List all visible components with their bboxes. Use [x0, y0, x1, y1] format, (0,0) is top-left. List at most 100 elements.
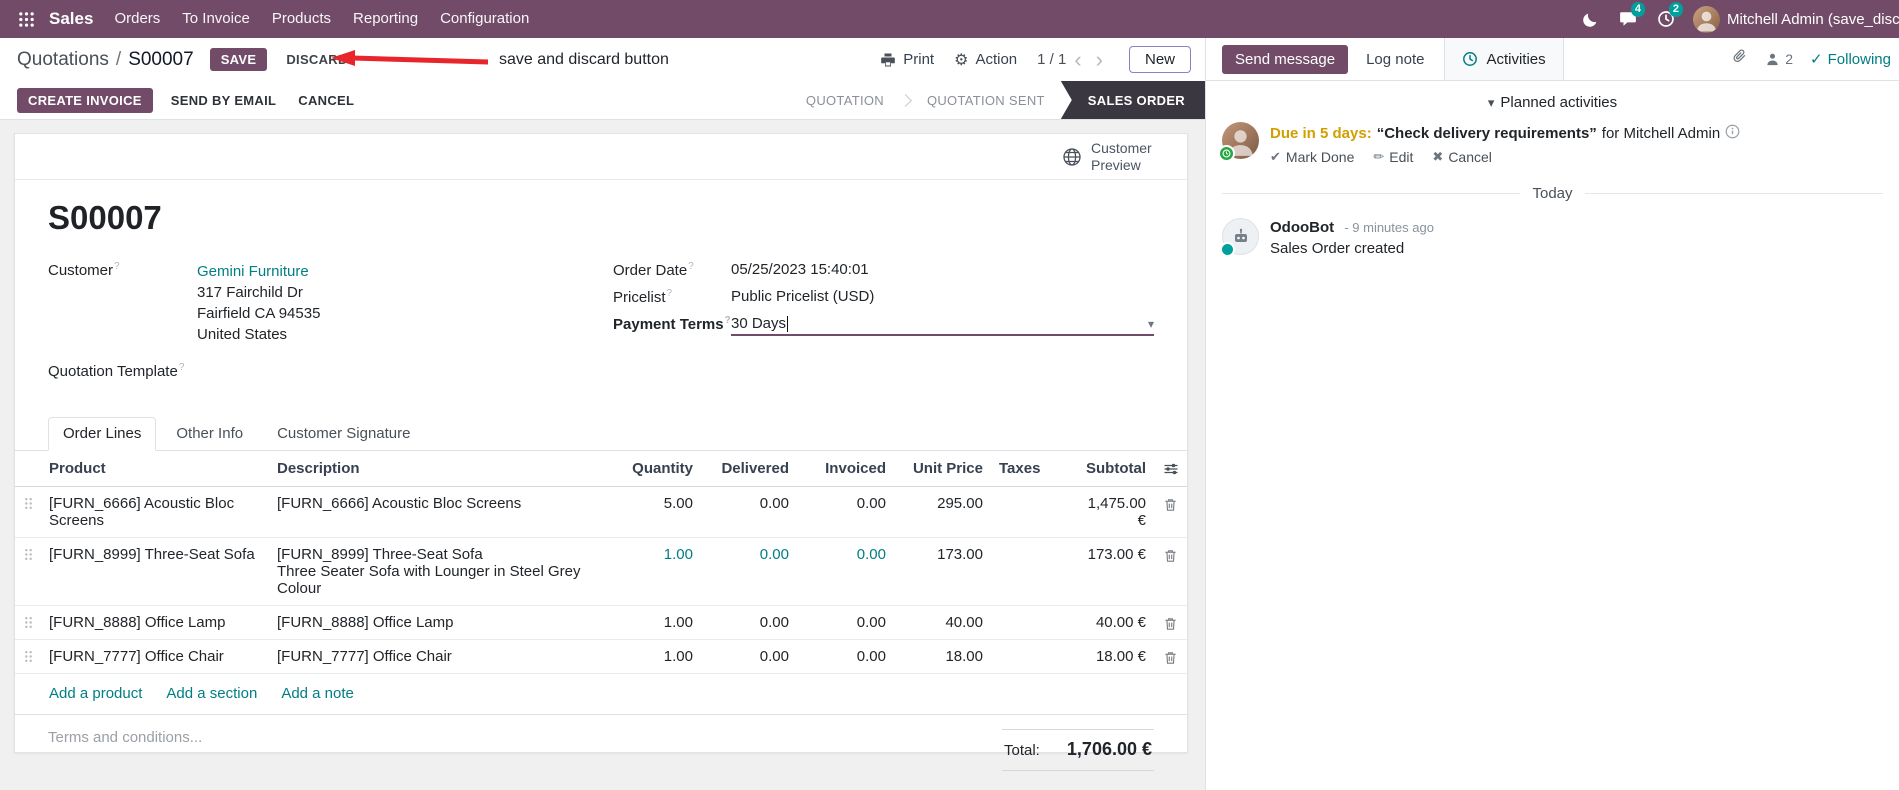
- new-button[interactable]: New: [1128, 46, 1191, 73]
- attachment-paperclip-icon[interactable]: [1732, 48, 1748, 70]
- customer-link[interactable]: Gemini Furniture: [197, 261, 320, 282]
- col-header-product[interactable]: Product: [41, 451, 269, 486]
- cell-unit-price[interactable]: 173.00: [894, 538, 991, 605]
- terms-and-conditions-placeholder[interactable]: Terms and conditions...: [48, 729, 202, 771]
- status-sales-order[interactable]: SALES ORDER: [1060, 81, 1205, 119]
- activities-clock-icon[interactable]: 2: [1647, 0, 1685, 38]
- col-header-unit-price[interactable]: Unit Price: [894, 451, 991, 486]
- cell-invoiced[interactable]: 0.00: [797, 487, 894, 537]
- status-quotation-sent[interactable]: QUOTATION SENT: [911, 81, 1061, 119]
- menu-item-to-invoice[interactable]: To Invoice: [171, 0, 261, 38]
- cell-product[interactable]: [FURN_6666] Acoustic Bloc Screens: [41, 487, 269, 537]
- app-name[interactable]: Sales: [49, 9, 93, 29]
- pager-next-icon[interactable]: ›: [1090, 48, 1109, 71]
- message-author[interactable]: OdooBot: [1270, 219, 1334, 236]
- cell-taxes[interactable]: [991, 606, 1069, 639]
- menu-item-configuration[interactable]: Configuration: [429, 0, 540, 38]
- col-header-invoiced[interactable]: Invoiced: [797, 451, 894, 486]
- mark-done-button[interactable]: ✔ Mark Done: [1270, 149, 1354, 165]
- col-header-subtotal[interactable]: Subtotal: [1069, 451, 1154, 486]
- action-menu-button[interactable]: ⚙ Action: [954, 50, 1017, 70]
- apps-grid-icon[interactable]: [10, 0, 43, 38]
- delete-row-icon[interactable]: [1154, 606, 1187, 639]
- add-a-note-link[interactable]: Add a note: [281, 685, 354, 702]
- dark-mode-moon-icon[interactable]: [1572, 0, 1609, 38]
- drag-handle-icon[interactable]: [15, 538, 41, 605]
- messages-icon[interactable]: 4: [1609, 0, 1647, 38]
- activities-tab[interactable]: Activities: [1444, 38, 1564, 80]
- cell-invoiced[interactable]: 0.00: [797, 538, 894, 605]
- dropdown-caret-icon[interactable]: ▾: [1148, 317, 1154, 331]
- create-invoice-button[interactable]: CREATE INVOICE: [17, 87, 153, 113]
- cell-product[interactable]: [FURN_7777] Office Chair: [41, 640, 269, 673]
- cell-unit-price[interactable]: 295.00: [894, 487, 991, 537]
- drag-handle-icon[interactable]: [15, 606, 41, 639]
- pricelist-value[interactable]: Public Pricelist (USD): [731, 288, 874, 306]
- cell-description[interactable]: [FURN_6666] Acoustic Bloc Screens: [269, 487, 605, 537]
- status-quotation[interactable]: QUOTATION: [790, 81, 900, 119]
- cell-unit-price[interactable]: 40.00: [894, 606, 991, 639]
- cell-description[interactable]: [FURN_8999] Three-Seat Sofa Three Seater …: [269, 538, 605, 605]
- drag-handle-icon[interactable]: [15, 640, 41, 673]
- delete-row-icon[interactable]: [1154, 487, 1187, 537]
- following-button[interactable]: ✓ Following: [1810, 50, 1891, 69]
- menu-item-orders[interactable]: Orders: [103, 0, 171, 38]
- user-name[interactable]: Mitchell Admin (save_discar: [1727, 11, 1899, 28]
- tab-customer-signature[interactable]: Customer Signature: [263, 417, 424, 451]
- col-header-quantity[interactable]: Quantity: [605, 451, 701, 486]
- tab-other-info[interactable]: Other Info: [162, 417, 257, 451]
- activity-avatar[interactable]: [1218, 122, 1259, 162]
- print-button[interactable]: Print: [880, 51, 934, 68]
- order-line-row[interactable]: [FURN_8999] Three-Seat Sofa [FURN_8999] …: [15, 538, 1187, 606]
- odoobot-avatar[interactable]: [1220, 218, 1259, 257]
- order-line-row[interactable]: [FURN_6666] Acoustic Bloc Screens [FURN_…: [15, 487, 1187, 538]
- add-a-section-link[interactable]: Add a section: [166, 685, 257, 702]
- cell-delivered[interactable]: 0.00: [701, 606, 797, 639]
- info-icon[interactable]: [1725, 124, 1740, 143]
- save-button[interactable]: SAVE: [209, 48, 268, 71]
- col-header-taxes[interactable]: Taxes: [991, 451, 1069, 486]
- cell-product[interactable]: [FURN_8888] Office Lamp: [41, 606, 269, 639]
- cell-invoiced[interactable]: 0.00: [797, 640, 894, 673]
- log-note-button[interactable]: Log note: [1366, 51, 1424, 68]
- order-line-row[interactable]: [FURN_8888] Office Lamp [FURN_8888] Offi…: [15, 606, 1187, 640]
- cell-quantity[interactable]: 1.00: [605, 538, 701, 605]
- cell-description[interactable]: [FURN_7777] Office Chair: [269, 640, 605, 673]
- payment-terms-input[interactable]: 30 Days ▾: [731, 315, 1154, 336]
- order-date-value[interactable]: 05/25/2023 15:40:01: [731, 261, 869, 279]
- add-a-product-link[interactable]: Add a product: [49, 685, 142, 702]
- send-by-email-button[interactable]: SEND BY EMAIL: [167, 88, 281, 113]
- cell-taxes[interactable]: [991, 487, 1069, 537]
- cancel-activity-button[interactable]: ✖ Cancel: [1432, 149, 1492, 165]
- cell-quantity[interactable]: 1.00: [605, 606, 701, 639]
- cancel-button[interactable]: CANCEL: [294, 88, 358, 113]
- menu-item-reporting[interactable]: Reporting: [342, 0, 429, 38]
- delete-row-icon[interactable]: [1154, 538, 1187, 605]
- tab-order-lines[interactable]: Order Lines: [48, 417, 157, 451]
- col-header-delivered[interactable]: Delivered: [701, 451, 797, 486]
- delete-row-icon[interactable]: [1154, 640, 1187, 673]
- user-avatar[interactable]: [1693, 5, 1720, 33]
- optional-columns-icon[interactable]: [1154, 451, 1187, 486]
- followers-button[interactable]: 2: [1765, 51, 1793, 67]
- cell-delivered[interactable]: 0.00: [701, 640, 797, 673]
- cell-delivered[interactable]: 0.00: [701, 487, 797, 537]
- cell-invoiced[interactable]: 0.00: [797, 606, 894, 639]
- drag-handle-icon[interactable]: [15, 487, 41, 537]
- cell-quantity[interactable]: 5.00: [605, 487, 701, 537]
- edit-activity-button[interactable]: ✏ Edit: [1373, 149, 1413, 165]
- col-header-description[interactable]: Description: [269, 451, 605, 486]
- menu-item-products[interactable]: Products: [261, 0, 342, 38]
- order-line-row[interactable]: [FURN_7777] Office Chair [FURN_7777] Off…: [15, 640, 1187, 674]
- cell-taxes[interactable]: [991, 640, 1069, 673]
- quotation-template-field[interactable]: Quotation Template?: [48, 362, 613, 380]
- cell-product[interactable]: [FURN_8999] Three-Seat Sofa: [41, 538, 269, 605]
- send-message-button[interactable]: Send message: [1222, 44, 1349, 74]
- cell-quantity[interactable]: 1.00: [605, 640, 701, 673]
- planned-activities-toggle[interactable]: ▾ Planned activities: [1206, 81, 1899, 121]
- breadcrumb-quotations-link[interactable]: Quotations: [17, 49, 109, 71]
- cell-unit-price[interactable]: 18.00: [894, 640, 991, 673]
- customer-preview-button[interactable]: Customer Preview: [1062, 140, 1163, 173]
- cell-taxes[interactable]: [991, 538, 1069, 605]
- cell-delivered[interactable]: 0.00: [701, 538, 797, 605]
